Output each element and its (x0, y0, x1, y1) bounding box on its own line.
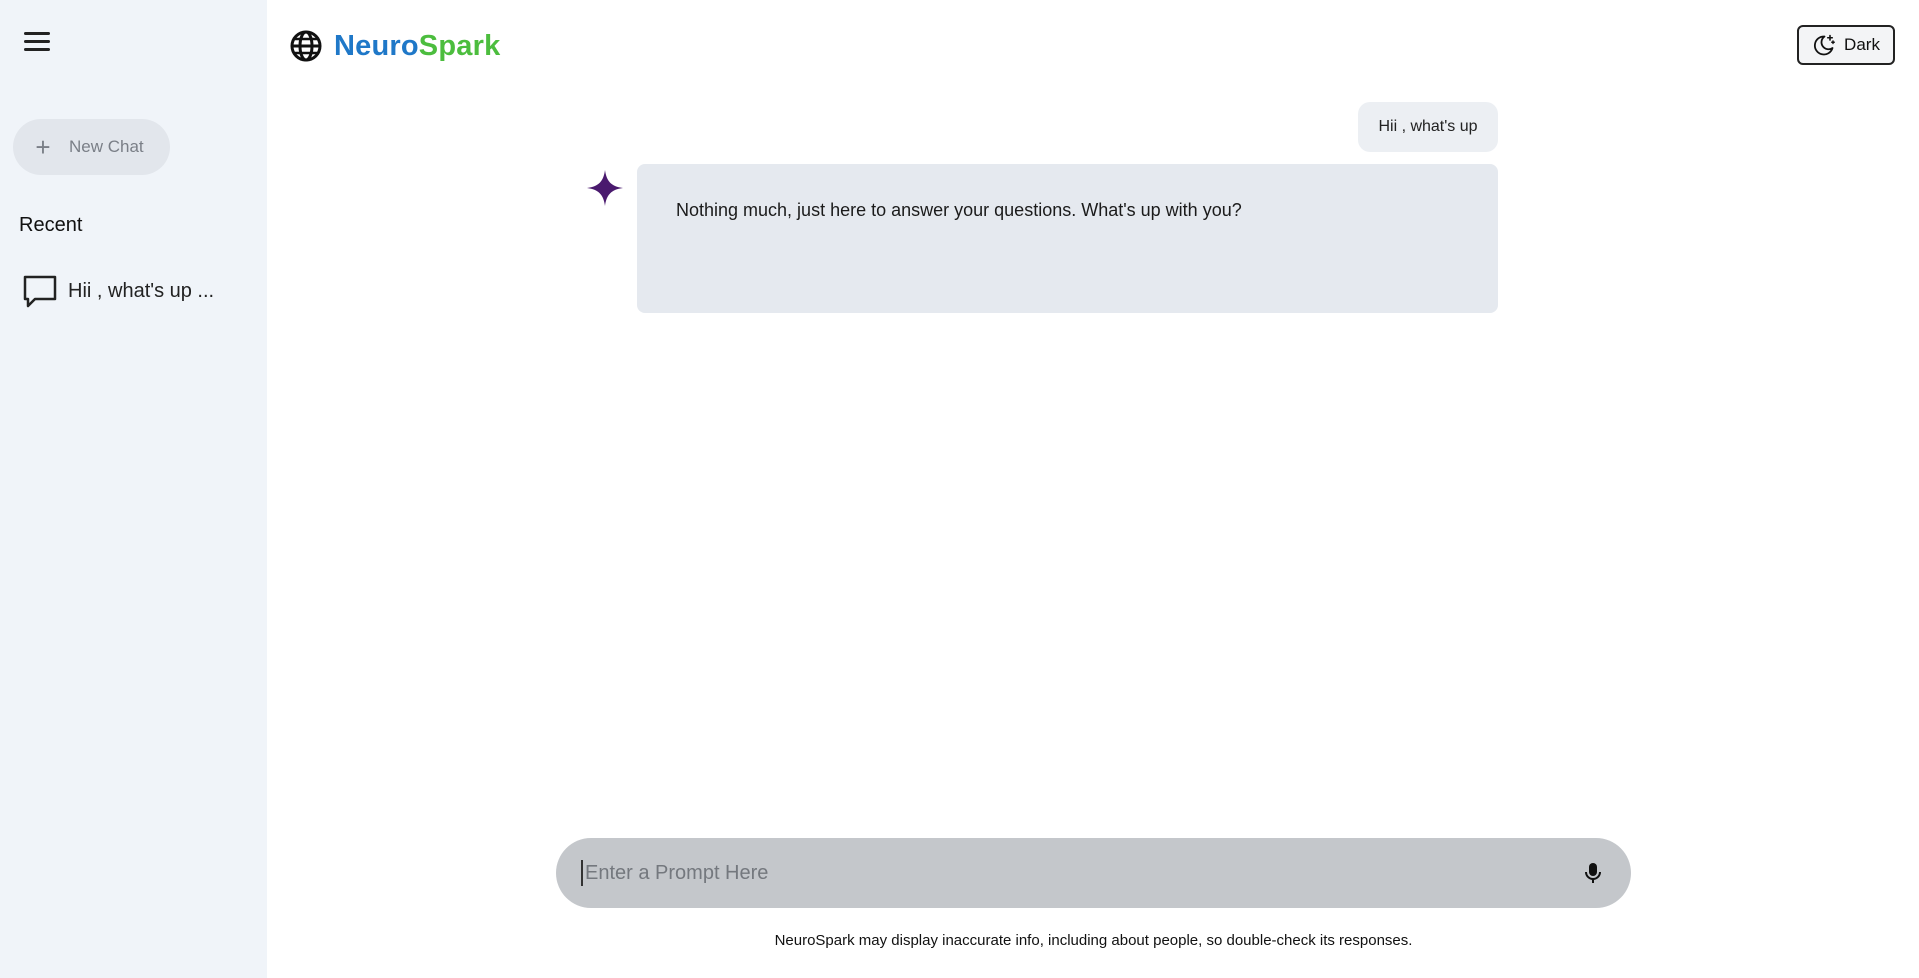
microphone-icon[interactable] (1579, 859, 1607, 887)
brand-logo: NeuroSpark (290, 26, 500, 66)
recent-chat-item[interactable]: Hii , what's up ... (22, 272, 252, 310)
theme-toggle-label: Dark (1844, 35, 1880, 54)
hamburger-menu-icon[interactable] (24, 27, 56, 55)
recent-chat-label: Hii , what's up ... (68, 279, 215, 302)
bot-message-bubble: Nothing much, just here to answer your q… (637, 164, 1498, 313)
brand-name: NeuroSpark (334, 30, 500, 63)
sparkle-star-icon (586, 169, 624, 207)
theme-toggle-button[interactable]: Dark (1797, 25, 1895, 65)
brand-name-part2: Spark (418, 29, 501, 62)
prompt-input[interactable] (581, 860, 1579, 886)
sidebar: + New Chat Recent Hii , what's up ... (0, 0, 267, 978)
new-chat-button[interactable]: + New Chat (13, 119, 170, 175)
brand-name-part1: Neuro (334, 29, 419, 62)
recent-title: Recent (19, 214, 83, 236)
app-root: + New Chat Recent Hii , what's up ... Ne… (0, 0, 1919, 978)
new-chat-label: New Chat (69, 137, 144, 156)
plus-icon: + (35, 132, 51, 162)
disclaimer-text: NeuroSpark may display inaccurate info, … (774, 932, 1413, 949)
moon-stars-icon (1812, 33, 1836, 57)
user-message-bubble: Hii , what's up (1358, 102, 1498, 152)
chat-bubble-icon (22, 273, 58, 309)
prompt-bar (556, 838, 1631, 908)
globe-icon (290, 30, 322, 62)
